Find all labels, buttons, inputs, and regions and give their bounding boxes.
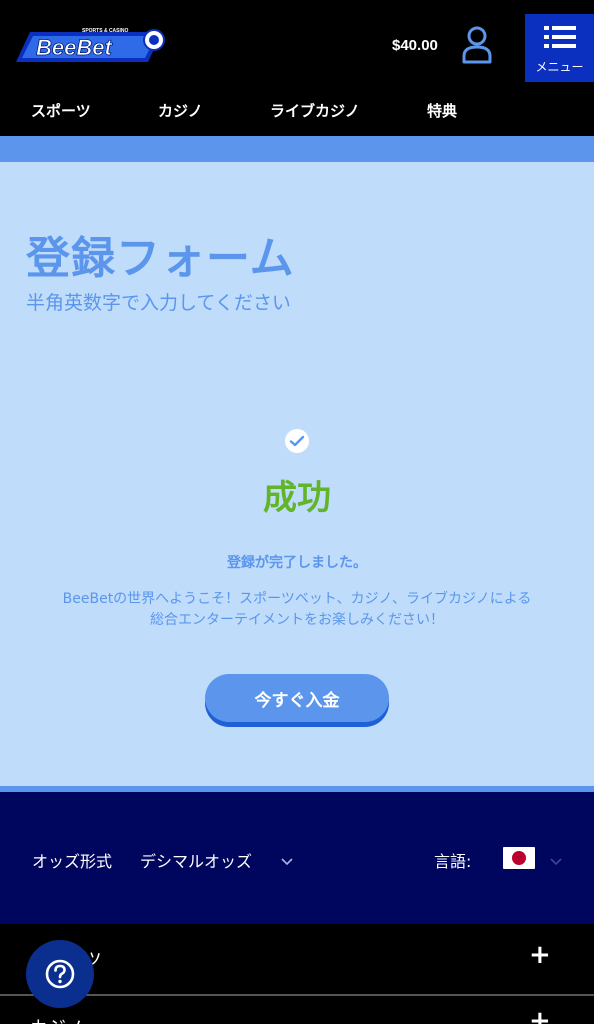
page-title: 登録フォーム xyxy=(26,233,295,284)
plus-icon[interactable]: + xyxy=(529,1006,551,1024)
registration-panel: 登録フォーム 半角英数字で入力してください 成功 登録が完了しました。 BeeB… xyxy=(0,162,594,788)
list-menu-icon xyxy=(544,26,576,48)
help-button[interactable] xyxy=(26,940,94,1008)
japan-flag-icon[interactable] xyxy=(503,847,535,869)
footer-settings: オッズ形式 デシマルオッズ 言語: xyxy=(0,792,594,924)
logo-text: BeeBet xyxy=(36,35,113,60)
nav-item-bonus[interactable]: 特典 xyxy=(427,100,457,121)
success-title: 成功 xyxy=(263,478,331,518)
nav-item-casino[interactable]: カジノ xyxy=(158,100,203,121)
accordion-casino[interactable]: カジノ + xyxy=(0,996,594,1024)
welcome-message: BeeBetの世界へようこそ！スポーツベット、カジノ、ライブカジノによる総合エン… xyxy=(62,591,532,628)
deposit-now-button[interactable]: 今すぐ入金 xyxy=(205,674,389,722)
chevron-down-icon[interactable] xyxy=(549,852,563,871)
question-icon xyxy=(45,959,75,989)
odds-format-select[interactable]: デシマルオッズ xyxy=(140,848,252,872)
registration-complete-message: 登録が完了しました。 xyxy=(227,555,367,571)
main-nav: スポーツ カジノ ライブカジノ 特典 xyxy=(0,88,594,136)
nav-item-sports[interactable]: スポーツ xyxy=(31,100,91,121)
account-balance[interactable]: $40.00 xyxy=(392,37,438,54)
section-divider xyxy=(0,136,594,162)
header: BeeBet SPORTS & CASINO $40.00 メニュー xyxy=(0,0,594,88)
language-label: 言語: xyxy=(434,852,472,871)
page-subtitle: 半角英数字で入力してください xyxy=(26,292,291,314)
chevron-down-icon[interactable] xyxy=(280,852,294,871)
beebet-logo[interactable]: BeeBet SPORTS & CASINO xyxy=(12,22,172,70)
user-icon[interactable] xyxy=(460,26,494,64)
check-icon xyxy=(284,428,310,454)
menu-button[interactable]: メニュー xyxy=(525,14,594,82)
menu-label: メニュー xyxy=(535,60,584,74)
nav-item-live-casino[interactable]: ライブカジノ xyxy=(270,100,360,121)
logo-tagline: SPORTS & CASINO xyxy=(82,28,129,34)
odds-format-label: オッズ形式 xyxy=(32,852,113,871)
accordion-label: カジノ xyxy=(30,1014,84,1024)
plus-icon[interactable]: + xyxy=(529,940,551,970)
